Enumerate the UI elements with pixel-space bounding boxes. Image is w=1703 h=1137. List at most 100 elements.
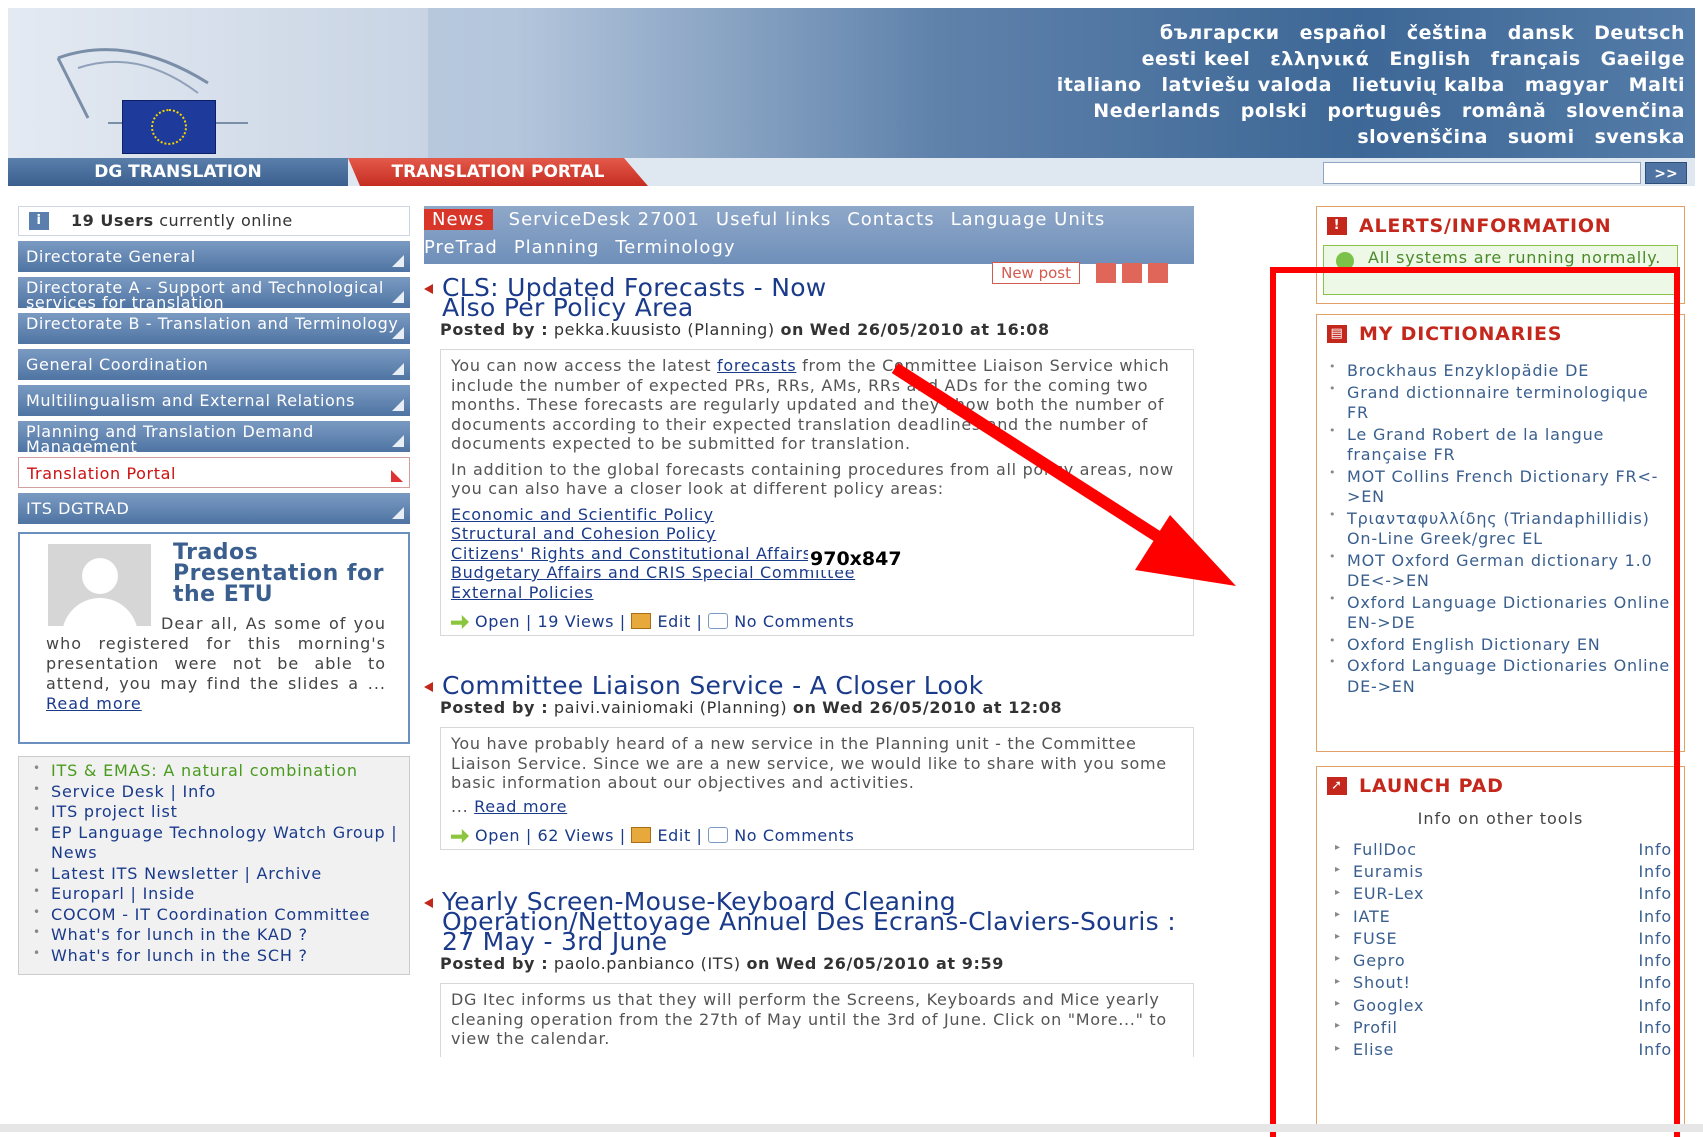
post-footer: Open | 19 Views | Edit | No Comments — [440, 610, 1194, 636]
open-icon — [451, 615, 469, 629]
tab-planning[interactable]: Planning — [514, 237, 600, 258]
sidebar-item-general-coordination[interactable]: General Coordination — [18, 349, 410, 380]
news-post: Committee Liaison Service - A Closer Loo… — [424, 673, 1194, 850]
quick-links: ITS & EMAS: A natural combination Servic… — [18, 756, 410, 975]
alert-icon: ! — [1327, 217, 1347, 235]
tab-translation-portal[interactable]: TRANSLATION PORTAL — [348, 158, 648, 186]
sidebar-item-directorate-a[interactable]: Directorate A - Support and Technologica… — [18, 277, 410, 308]
post-text: You have probably heard of a new service… — [451, 734, 1167, 792]
list-item[interactable]: ITS project list — [27, 799, 403, 823]
highlight-frame — [1270, 267, 1680, 1137]
edit-link[interactable]: Edit — [657, 612, 690, 631]
language-link[interactable]: ελληνικά — [1270, 48, 1369, 70]
language-link[interactable]: eesti keel — [1142, 48, 1251, 70]
sidebar-item-planning[interactable]: Planning and Translation Demand Manageme… — [18, 421, 410, 452]
open-link[interactable]: Open — [475, 826, 520, 845]
read-more-link[interactable]: Read more — [474, 797, 567, 816]
list-item[interactable]: What's for lunch in the SCH ? — [27, 943, 403, 967]
post-body: You have probably heard of a new service… — [440, 727, 1194, 824]
language-link[interactable]: čeština — [1407, 22, 1488, 44]
info-icon: i — [29, 212, 49, 230]
language-link[interactable]: Nederlands — [1093, 100, 1220, 122]
users-online: i 19 Users currently online — [18, 206, 410, 236]
main-content: News ServiceDesk 27001 Useful links Contact… — [424, 206, 1194, 1057]
post-text: In addition to the global forecasts cont… — [451, 459, 1174, 499]
language-link[interactable]: italiano — [1057, 74, 1142, 96]
list-item[interactable]: Latest ITS Newsletter | Archive — [27, 861, 403, 885]
language-link[interactable]: slovenčina — [1566, 100, 1685, 122]
post-title[interactable]: CLS: Updated Forecasts - Now Also Per Po… — [424, 275, 882, 320]
list-item[interactable]: Service Desk | Info — [27, 779, 403, 803]
sidebar-item-directorate-general[interactable]: Directorate General — [18, 241, 410, 272]
tab-servicedesk[interactable]: ServiceDesk 27001 — [509, 209, 700, 230]
policy-link[interactable]: Citizens' Rights and Constitutional Affa… — [451, 544, 812, 563]
forecasts-link[interactable]: forecasts — [717, 356, 796, 375]
trados-title[interactable]: Trados Presentation for the ETU — [173, 542, 393, 606]
post-body: DG Itec informs us that they will perfor… — [440, 983, 1194, 1057]
edit-link[interactable]: Edit — [657, 826, 690, 845]
sidebar-item-its-dgtrad[interactable]: ITS DGTRAD — [18, 493, 410, 524]
post-date: Wed 26/05/2010 at 12:08 — [822, 698, 1063, 717]
tab-contacts[interactable]: Contacts — [847, 209, 934, 230]
language-link[interactable]: latviešu valoda — [1162, 74, 1332, 96]
language-link[interactable]: Gaeilge — [1601, 48, 1685, 70]
list-item[interactable]: COCOM - IT Coordination Committee — [27, 902, 403, 926]
language-link[interactable]: български — [1160, 22, 1280, 44]
header-banner: български español čeština dansk Deutsch eesti… — [8, 8, 1695, 186]
post-text: DG Itec informs us that they will perfor… — [451, 990, 1167, 1048]
language-link[interactable]: português — [1327, 100, 1441, 122]
language-link[interactable]: dansk — [1508, 22, 1574, 44]
search-input[interactable] — [1323, 162, 1641, 184]
posted-label: Posted by : — [440, 698, 549, 717]
tab-pretrad[interactable]: PreTrad — [424, 237, 498, 258]
tab-news[interactable]: News — [424, 209, 493, 230]
post-title[interactable]: Yearly Screen-Mouse-Keyboard Cleaning Op… — [424, 889, 1212, 954]
list-item[interactable]: EP Language Technology Watch Group | New… — [27, 820, 403, 864]
alerts-title: ALERTS/INFORMATION — [1359, 215, 1612, 237]
language-link[interactable]: lietuvių kalba — [1352, 74, 1505, 96]
comment-icon — [708, 827, 729, 843]
users-suffix: currently online — [159, 211, 293, 230]
list-item[interactable]: ITS & EMAS: A natural combination — [27, 758, 403, 782]
language-link[interactable]: français — [1491, 48, 1581, 70]
language-link[interactable]: svenska — [1595, 126, 1685, 148]
posted-on: on — [746, 954, 771, 973]
language-link[interactable]: magyar — [1525, 74, 1609, 96]
policy-link[interactable]: Economic and Scientific Policy — [451, 505, 714, 524]
language-link[interactable]: Deutsch — [1594, 22, 1685, 44]
language-link[interactable]: English — [1389, 48, 1470, 70]
language-link[interactable]: suomi — [1508, 126, 1575, 148]
policy-link[interactable]: Structural and Cohesion Policy — [451, 524, 716, 543]
edit-icon — [631, 827, 652, 843]
dimensions-label: 970x847 — [808, 548, 904, 570]
sidebar-item-multilingualism[interactable]: Multilingualism and External Relations — [18, 385, 410, 416]
language-link[interactable]: español — [1300, 22, 1387, 44]
news-post: CLS: Updated Forecasts - Now Also Per Po… — [424, 275, 1194, 636]
tab-dg-translation[interactable]: DG TRANSLATION — [8, 158, 348, 186]
trados-teaser: Trados Presentation for the ETU Dear all… — [18, 532, 410, 744]
list-item[interactable]: What's for lunch in the KAD ? — [27, 922, 403, 946]
list-item[interactable]: Europarl | Inside — [27, 881, 403, 905]
open-link[interactable]: Open — [475, 612, 520, 631]
sidebar-item-directorate-b[interactable]: Directorate B - Translation and Terminol… — [18, 313, 410, 344]
bottom-strip — [0, 1124, 1703, 1132]
comments-link[interactable]: No Comments — [734, 826, 854, 845]
post-author: paivi.vainiomaki (Planning) — [553, 698, 788, 717]
tab-terminology[interactable]: Terminology — [615, 237, 735, 258]
tab-language-units[interactable]: Language Units — [951, 209, 1106, 230]
sidebar-item-translation-portal[interactable]: Translation Portal — [18, 457, 410, 488]
post-title[interactable]: Committee Liaison Service - A Closer Loo… — [424, 673, 1194, 698]
policy-link[interactable]: External Policies — [451, 583, 594, 602]
language-link[interactable]: Malti — [1629, 74, 1685, 96]
language-link[interactable]: slovenščina — [1357, 126, 1488, 148]
users-count: 19 Users — [71, 211, 154, 230]
language-link[interactable]: română — [1462, 100, 1546, 122]
language-link[interactable]: polski — [1241, 100, 1308, 122]
policy-link[interactable]: Budgetary Affairs and CRIS Special Commi… — [451, 563, 855, 582]
tab-useful-links[interactable]: Useful links — [716, 209, 831, 230]
edit-icon — [631, 613, 652, 629]
trados-read-more-link[interactable]: Read more — [46, 694, 142, 713]
comments-link[interactable]: No Comments — [734, 612, 854, 631]
posted-label: Posted by : — [440, 954, 549, 973]
search-button[interactable]: >> — [1645, 162, 1687, 184]
